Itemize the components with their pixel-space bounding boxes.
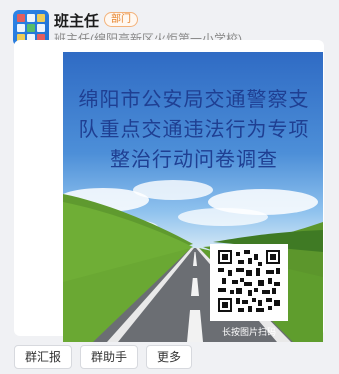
qr-caption: 长按图片扫码 bbox=[221, 327, 276, 337]
poster-title-line: 绵阳市公安局交通警察支 bbox=[78, 87, 310, 111]
poster-title-line: 整治行动问卷调查 bbox=[110, 147, 278, 171]
sender-name[interactable]: 班主任 bbox=[54, 10, 99, 31]
department-badge: 部门 bbox=[104, 12, 138, 27]
more-button[interactable]: 更多 bbox=[146, 345, 193, 369]
poster-title-line: 队重点交通违法行为专项 bbox=[78, 117, 310, 141]
group-assistant-button[interactable]: 群助手 bbox=[80, 345, 139, 369]
qr-code-icon[interactable] bbox=[210, 244, 288, 321]
group-report-button[interactable]: 群汇报 bbox=[14, 345, 73, 369]
poster-title: 绵阳市公安局交通警察支 队重点交通违法行为专项 整治行动问卷调查 bbox=[67, 84, 321, 174]
